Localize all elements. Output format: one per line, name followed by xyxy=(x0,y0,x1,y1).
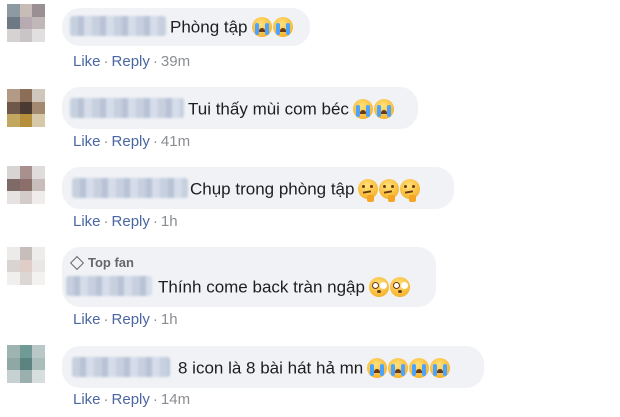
like-link[interactable]: Like xyxy=(73,213,101,230)
avatar[interactable] xyxy=(7,345,45,383)
timestamp[interactable]: 41m xyxy=(161,133,190,150)
separator: · xyxy=(152,133,158,150)
commenter-name[interactable] xyxy=(66,276,152,296)
like-link[interactable]: Like xyxy=(73,53,101,70)
thinking-face-emoji xyxy=(358,179,379,202)
reply-link[interactable]: Reply xyxy=(112,53,150,70)
comment-text-wrap: Thính come back tràn ngập xyxy=(158,277,411,299)
avatar[interactable] xyxy=(7,4,45,42)
emoji-group xyxy=(367,358,451,380)
crying-face-emoji xyxy=(367,358,388,378)
diamond-icon xyxy=(69,255,85,271)
crying-face-emoji xyxy=(388,358,409,378)
separator: · xyxy=(103,311,109,328)
commenter-name[interactable] xyxy=(72,178,188,198)
reply-link[interactable]: Reply xyxy=(112,213,150,230)
comment-text: 8 icon là 8 bài hát hả mn xyxy=(178,358,364,378)
avatar[interactable] xyxy=(7,89,45,127)
like-link[interactable]: Like xyxy=(73,311,101,328)
separator: · xyxy=(103,53,109,70)
comment-text-wrap: Phòng tập xyxy=(170,17,294,39)
avatar[interactable] xyxy=(7,166,45,204)
comment-bubble: Phòng tập xyxy=(62,8,310,46)
comment-text: Phòng tập xyxy=(170,17,248,37)
separator: · xyxy=(152,311,158,328)
comment-bubble: 8 icon là 8 bài hát hả mn xyxy=(62,346,484,388)
crying-face-emoji xyxy=(409,358,430,378)
reply-link[interactable]: Reply xyxy=(112,391,150,408)
reply-link[interactable]: Reply xyxy=(112,311,150,328)
comment-actions: Like · Reply · 39m xyxy=(73,53,190,70)
top-fan-badge: Top fan xyxy=(69,255,134,271)
separator: · xyxy=(103,391,109,408)
avatar[interactable] xyxy=(7,247,45,285)
reply-link[interactable]: Reply xyxy=(112,133,150,150)
comment-bubble: Tui thấy mùi com béc xyxy=(62,87,418,129)
timestamp[interactable]: 14m xyxy=(161,391,190,408)
timestamp[interactable]: 39m xyxy=(161,53,190,70)
separator: · xyxy=(152,213,158,230)
comment-text: Chụp trong phòng tập xyxy=(190,179,355,199)
comment-actions: Like · Reply · 1h xyxy=(73,311,178,328)
comment-actions: Like · Reply · 14m xyxy=(73,391,190,408)
crying-face-emoji xyxy=(430,358,451,378)
comment-bubble: Chụp trong phòng tập xyxy=(62,167,454,209)
separator: · xyxy=(103,133,109,150)
like-link[interactable]: Like xyxy=(73,391,101,408)
flushed-face-emoji xyxy=(389,277,410,297)
comment-text: Thính come back tràn ngập xyxy=(158,277,365,297)
comment-actions: Like · Reply · 1h xyxy=(73,213,178,230)
thinking-face-emoji xyxy=(400,179,421,202)
comment-text-wrap: Tui thấy mùi com béc xyxy=(188,99,395,121)
emoji-group xyxy=(358,179,421,202)
flushed-face-emoji xyxy=(368,277,389,297)
thinking-face-emoji xyxy=(379,179,400,202)
crying-face-emoji xyxy=(373,99,394,119)
commenter-name[interactable] xyxy=(70,16,166,36)
comment-bubble: Top fan Thính come back tràn ngập xyxy=(62,247,436,307)
separator: · xyxy=(103,213,109,230)
emoji-group xyxy=(368,277,411,299)
timestamp[interactable]: 1h xyxy=(161,311,178,328)
comment-text: Tui thấy mùi com béc xyxy=(188,99,349,119)
crying-face-emoji xyxy=(251,17,272,37)
comment-actions: Like · Reply · 41m xyxy=(73,133,190,150)
comment-text-wrap: 8 icon là 8 bài hát hả mn xyxy=(178,358,451,380)
commenter-name[interactable] xyxy=(70,98,184,118)
timestamp[interactable]: 1h xyxy=(161,213,178,230)
top-fan-label: Top fan xyxy=(88,255,134,270)
separator: · xyxy=(152,391,158,408)
commenter-name[interactable] xyxy=(72,357,170,377)
emoji-group xyxy=(251,17,294,39)
crying-face-emoji xyxy=(272,17,293,37)
separator: · xyxy=(152,53,158,70)
emoji-group xyxy=(352,99,395,121)
comment-text-wrap: Chụp trong phòng tập xyxy=(190,179,421,202)
crying-face-emoji xyxy=(352,99,373,119)
like-link[interactable]: Like xyxy=(73,133,101,150)
